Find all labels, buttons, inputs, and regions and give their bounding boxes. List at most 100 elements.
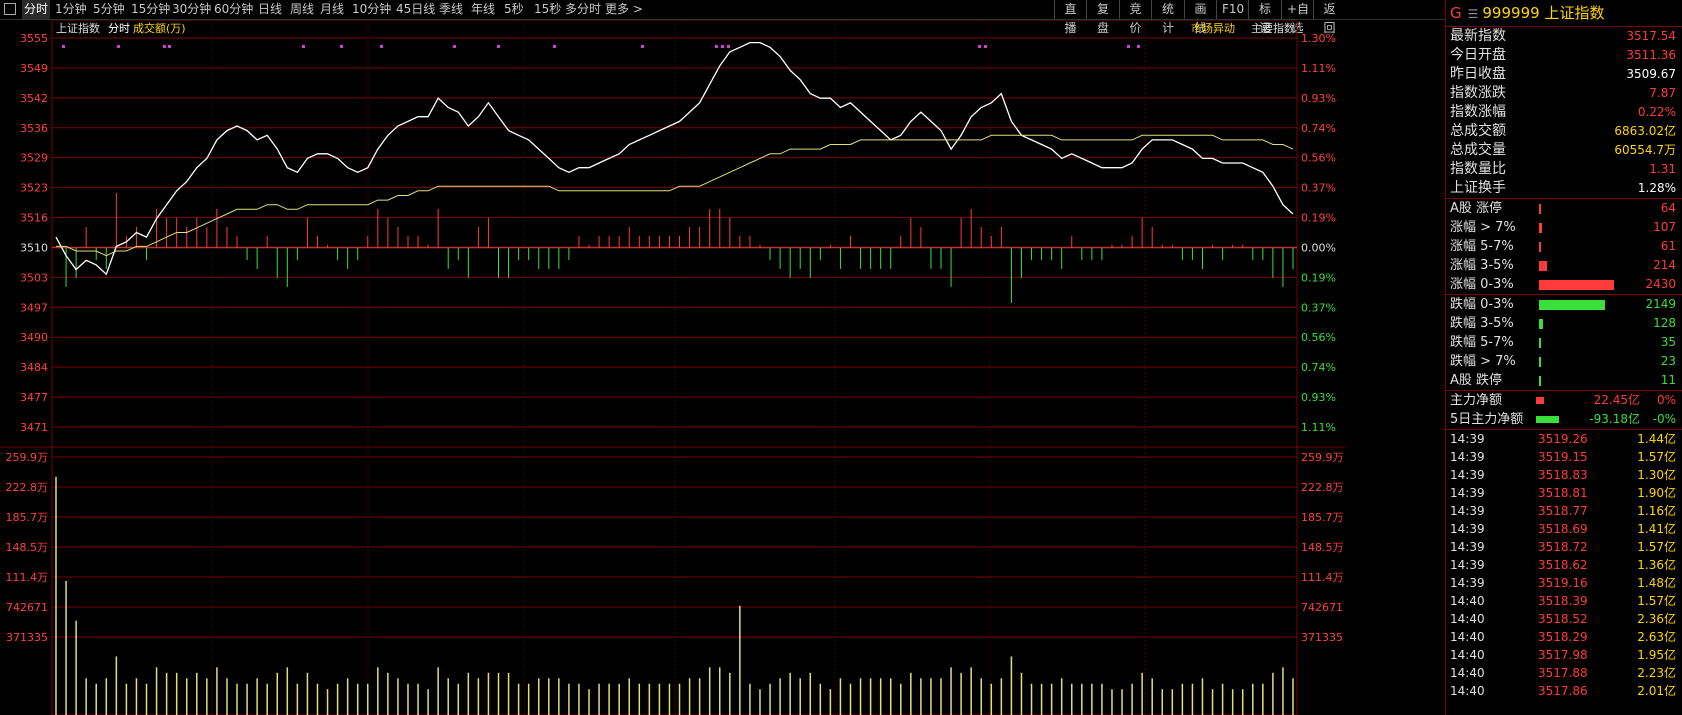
tick-volume: 1.41亿 bbox=[1637, 522, 1676, 536]
breadth-up-list: A股 涨停 64 涨幅 > 7% 107 涨幅 5-7% 61 涨幅 3-5% 214 涨幅 0… bbox=[1446, 198, 1682, 294]
stat-label: 最新指数 bbox=[1450, 28, 1506, 44]
period-tab-0[interactable]: 分时 bbox=[22, 0, 51, 19]
period-tab-4[interactable]: 30分钟 bbox=[172, 0, 211, 19]
period-tab-5[interactable]: 60分钟 bbox=[214, 0, 253, 19]
toolbar-button-4[interactable]: 画线 bbox=[1184, 0, 1216, 35]
event-marker[interactable] bbox=[553, 45, 556, 48]
tick-time: 14:39 bbox=[1450, 486, 1485, 500]
stat-row: 昨日收盘 3509.67 bbox=[1446, 65, 1682, 84]
tick-row: 14:39 3519.26 1.44亿 bbox=[1446, 430, 1682, 448]
event-marker[interactable] bbox=[641, 45, 644, 48]
event-marker[interactable] bbox=[497, 45, 500, 48]
tick-time: 14:40 bbox=[1450, 594, 1485, 608]
tick-price: 3519.15 bbox=[1538, 450, 1588, 464]
period-tab-13[interactable]: 5秒 bbox=[504, 0, 524, 19]
breadth-bar bbox=[1539, 376, 1541, 386]
intraday-chart[interactable]: 3555 1.30% 3549 1.11% 3542 0.93% 3536 0.74% 3529… bbox=[0, 20, 1445, 715]
legend-index-name: 上证指数 bbox=[56, 21, 100, 35]
breadth-bar bbox=[1539, 204, 1541, 214]
symbol-name: 上证指数 bbox=[1544, 4, 1605, 22]
period-tab-6[interactable]: 日线 bbox=[258, 0, 282, 19]
toolbar-button-6[interactable]: 标记 bbox=[1248, 0, 1281, 35]
tick-price: 3519.26 bbox=[1538, 432, 1588, 446]
period-tab-11[interactable]: 季线 bbox=[439, 0, 463, 19]
tick-time: 14:39 bbox=[1450, 540, 1485, 554]
flow-label: 5日主力净额 bbox=[1450, 412, 1524, 427]
breadth-row: 跌幅 > 7% 23 bbox=[1446, 352, 1682, 371]
toolbar-button-3[interactable]: 统计 bbox=[1151, 0, 1184, 35]
event-marker[interactable] bbox=[1137, 45, 1140, 48]
stat-row: 总成交额 6863.02亿 bbox=[1446, 122, 1682, 141]
market-move-button[interactable]: 市场异动 bbox=[1191, 21, 1235, 35]
period-tab-2[interactable]: 5分钟 bbox=[93, 0, 125, 19]
period-tab-1[interactable]: 1分钟 bbox=[55, 0, 87, 19]
event-marker[interactable] bbox=[978, 45, 981, 48]
legend-mode: 分时 bbox=[108, 22, 130, 35]
stat-label: 上证换手 bbox=[1450, 180, 1506, 196]
toolbar-button-7[interactable]: +自选 bbox=[1281, 0, 1313, 35]
toolbar-button-5[interactable]: F10 bbox=[1216, 0, 1248, 19]
event-marker[interactable] bbox=[168, 45, 171, 48]
tick-list[interactable]: 14:39 3519.26 1.44亿 14:39 3519.15 1.57亿 14:39 3… bbox=[1446, 429, 1682, 700]
period-tab-15[interactable]: 多分时 bbox=[565, 0, 601, 19]
tick-time: 14:39 bbox=[1450, 468, 1485, 482]
event-marker[interactable] bbox=[1127, 45, 1130, 48]
period-tab-12[interactable]: 年线 bbox=[471, 0, 495, 19]
flow-pct: 0% bbox=[1656, 393, 1676, 407]
tick-price: 3518.77 bbox=[1538, 504, 1588, 518]
event-marker[interactable] bbox=[984, 45, 987, 48]
tick-volume: 1.48亿 bbox=[1637, 576, 1676, 590]
event-marker[interactable] bbox=[163, 45, 166, 48]
price-tick-label: 3542 bbox=[20, 92, 48, 105]
event-marker[interactable] bbox=[380, 45, 383, 48]
event-marker[interactable] bbox=[117, 45, 120, 48]
stat-value: 0.22% bbox=[1637, 105, 1676, 119]
period-tab-8[interactable]: 月线 bbox=[320, 0, 344, 19]
tick-row: 14:40 3518.52 2.36亿 bbox=[1446, 610, 1682, 628]
tick-time: 14:40 bbox=[1450, 666, 1485, 680]
event-marker[interactable] bbox=[62, 45, 65, 48]
panel-header: G ☰ 999999 上证指数 bbox=[1446, 0, 1682, 27]
period-tab-10[interactable]: 45日线 bbox=[396, 0, 435, 19]
flow-row[interactable]: 主力净额 22.45亿 0% bbox=[1446, 391, 1682, 410]
toolbar-button-1[interactable]: 复盘 bbox=[1086, 0, 1119, 35]
toolbar-button-0[interactable]: 直播 bbox=[1054, 0, 1086, 35]
tick-row: 14:39 3518.72 1.57亿 bbox=[1446, 538, 1682, 556]
tick-row: 14:39 3518.62 1.36亿 bbox=[1446, 556, 1682, 574]
breadth-bar bbox=[1539, 300, 1605, 310]
stat-label: 指数涨跌 bbox=[1450, 85, 1506, 101]
main-index-button[interactable]: 主要指数 bbox=[1251, 21, 1295, 35]
pct-tick-label: 0.93% bbox=[1301, 391, 1336, 404]
event-marker[interactable] bbox=[727, 45, 730, 48]
panel-toggle-icon[interactable] bbox=[4, 3, 16, 15]
period-tab-14[interactable]: 15秒 bbox=[534, 0, 561, 19]
menu-icon[interactable]: ☰ bbox=[1468, 7, 1479, 21]
flow-bar bbox=[1536, 416, 1559, 423]
tick-volume: 1.95亿 bbox=[1637, 648, 1676, 662]
event-marker[interactable] bbox=[340, 45, 343, 48]
tick-time: 14:39 bbox=[1450, 450, 1485, 464]
event-marker[interactable] bbox=[715, 45, 718, 48]
breadth-bar bbox=[1539, 357, 1541, 367]
flow-pct: -0% bbox=[1652, 412, 1676, 426]
tick-volume: 1.44亿 bbox=[1637, 432, 1676, 446]
tick-row: 14:39 3518.69 1.41亿 bbox=[1446, 520, 1682, 538]
period-tab-16[interactable]: 更多 > bbox=[605, 0, 643, 19]
breadth-label: 涨幅 5-7% bbox=[1450, 239, 1514, 254]
period-tab-9[interactable]: 10分钟 bbox=[352, 0, 391, 19]
volume-tick-label-right: 111.4万 bbox=[1301, 571, 1344, 584]
toolbar-button-2[interactable]: 竞价 bbox=[1119, 0, 1151, 35]
stat-row: 指数涨幅 0.22% bbox=[1446, 103, 1682, 122]
period-tab-3[interactable]: 15分钟 bbox=[131, 0, 170, 19]
event-marker[interactable] bbox=[721, 45, 724, 48]
tick-time: 14:39 bbox=[1450, 504, 1485, 518]
flow-row[interactable]: 5日主力净额 -93.18亿 -0% bbox=[1446, 410, 1682, 429]
tick-row: 14:40 3518.29 2.63亿 bbox=[1446, 628, 1682, 646]
volume-tick-label-right: 148.5万 bbox=[1301, 541, 1344, 554]
event-marker[interactable] bbox=[453, 45, 456, 48]
event-marker[interactable] bbox=[302, 45, 305, 48]
period-tab-7[interactable]: 周线 bbox=[290, 0, 314, 19]
breadth-label: 跌幅 > 7% bbox=[1450, 354, 1516, 369]
toolbar-button-8[interactable]: 返回 bbox=[1313, 0, 1345, 35]
pct-tick-label: 0.74% bbox=[1301, 122, 1336, 135]
